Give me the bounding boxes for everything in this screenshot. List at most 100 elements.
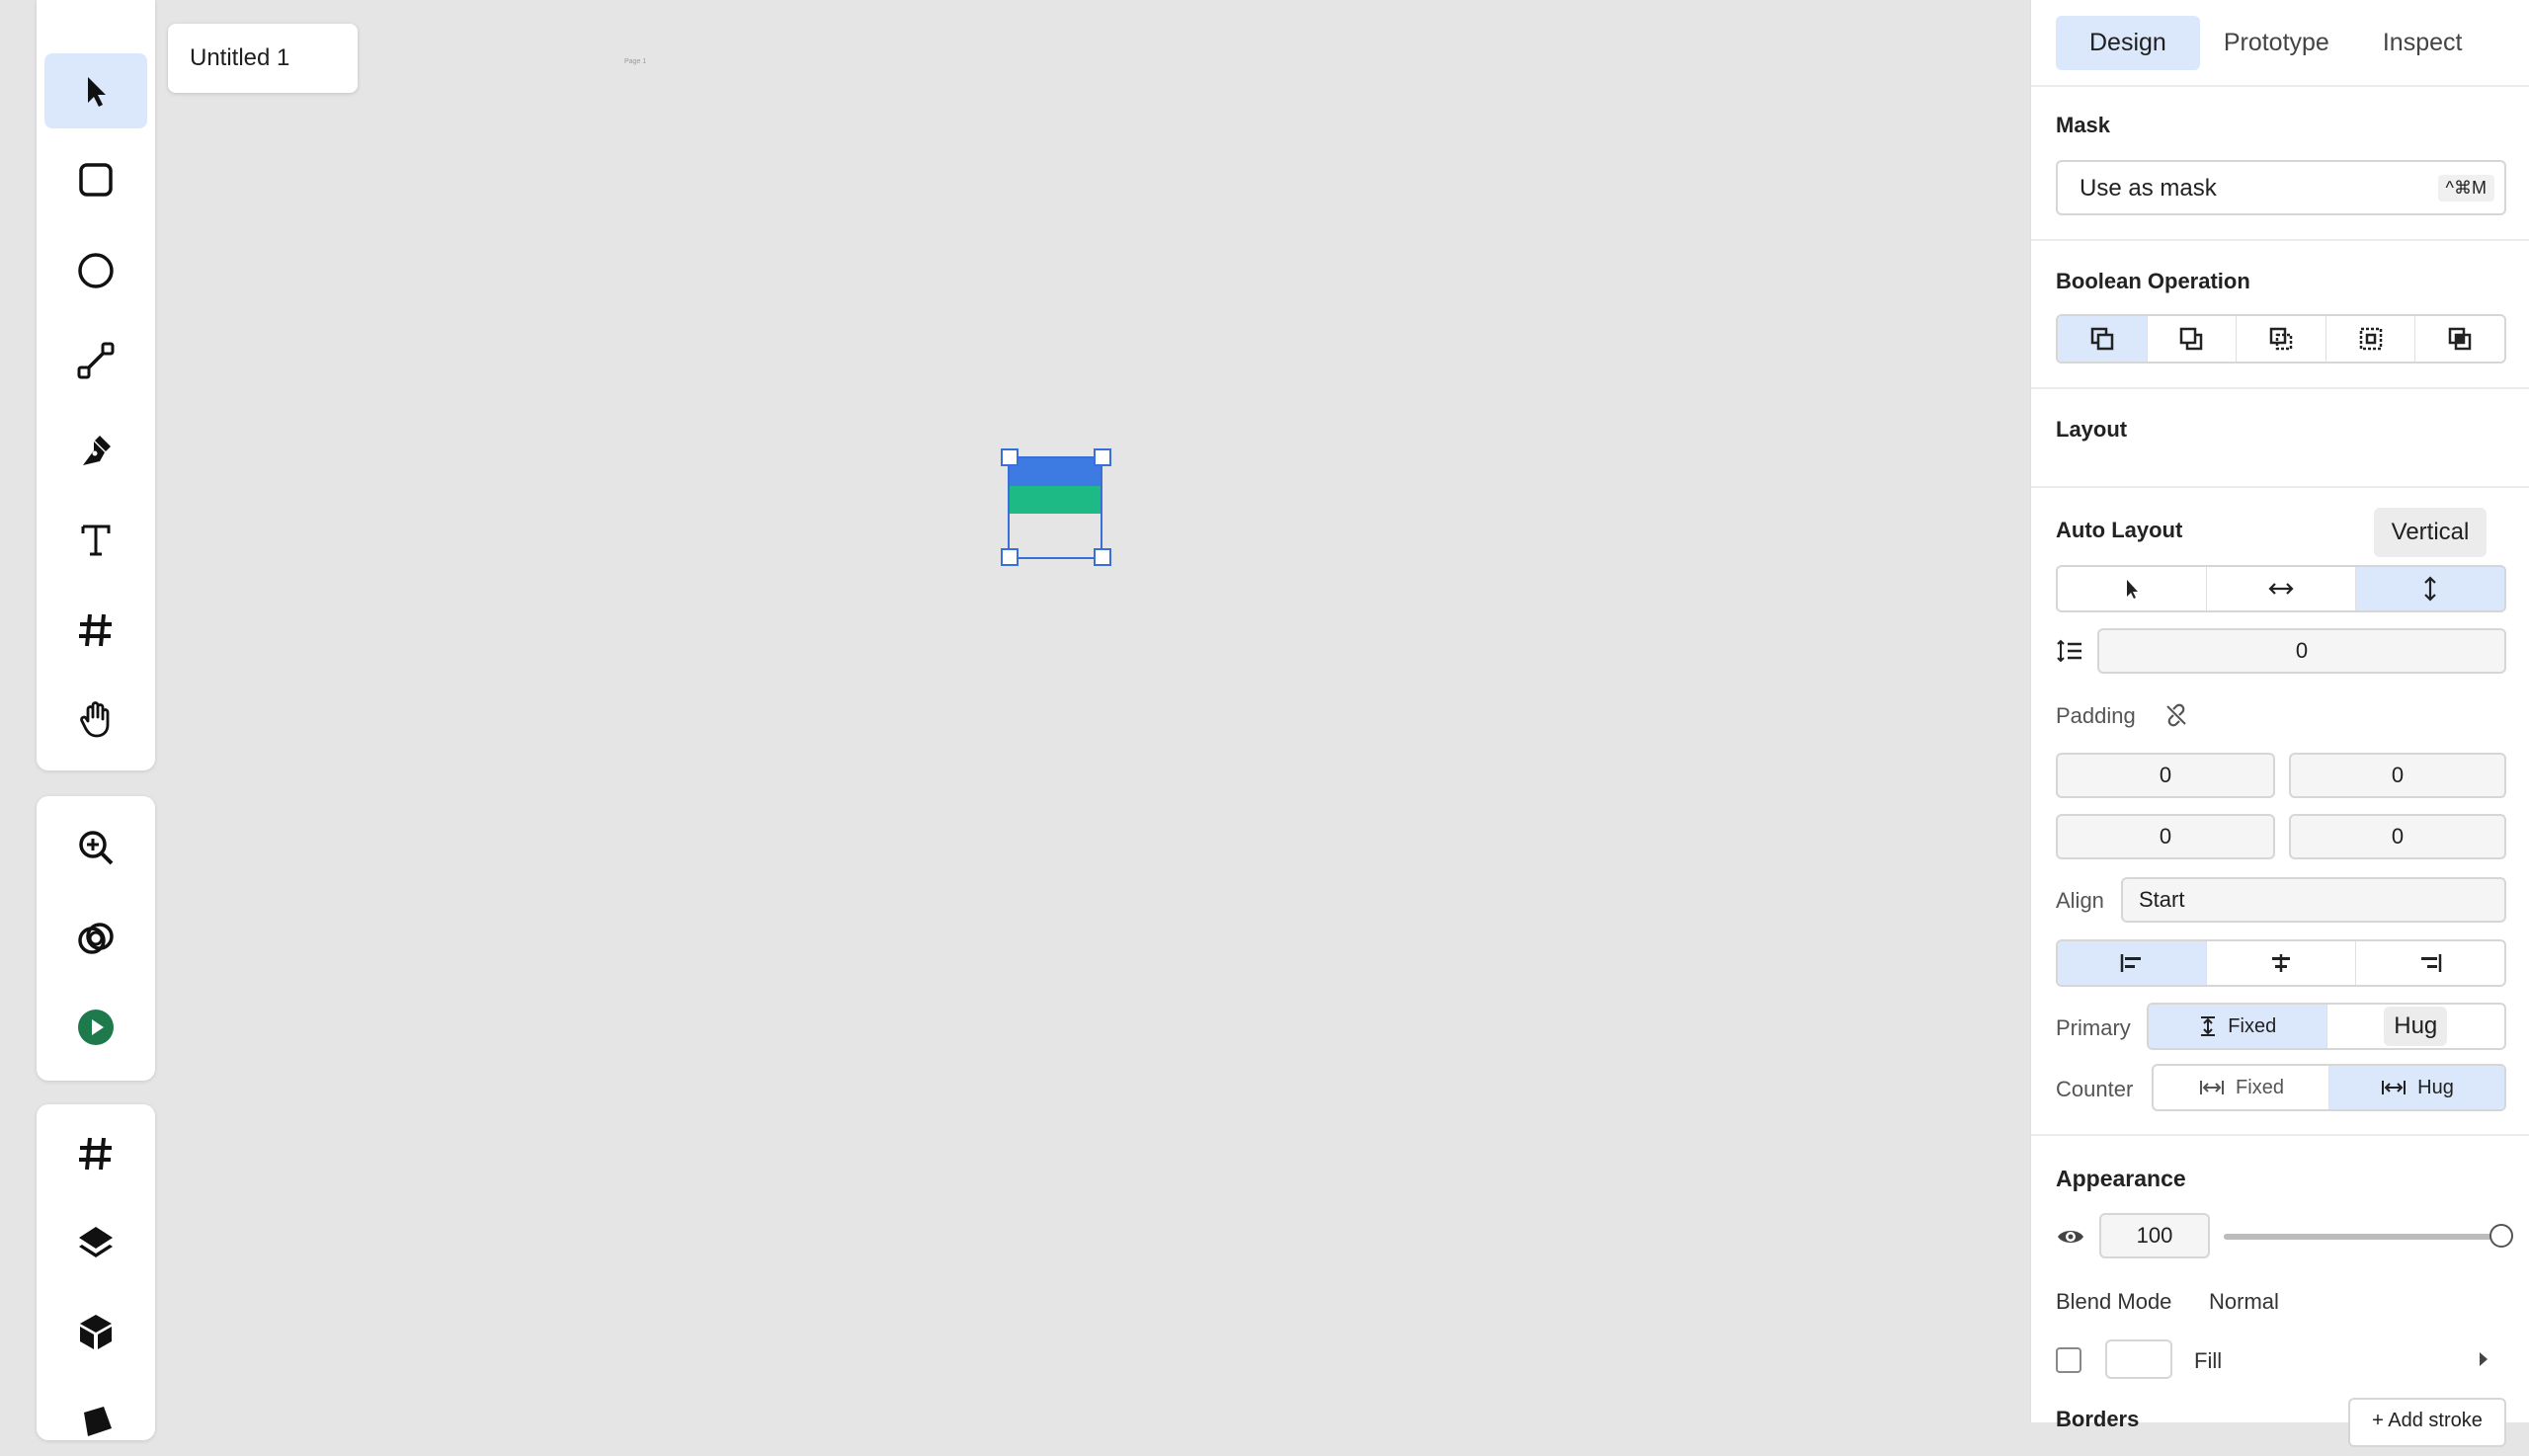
frame-tool[interactable] — [44, 593, 147, 668]
more-panel[interactable] — [44, 1381, 147, 1456]
main-toolbar — [37, 0, 155, 770]
cursor-icon — [88, 77, 106, 107]
intersect-button[interactable] — [2237, 316, 2326, 362]
opacity-slider[interactable] — [2224, 1234, 2495, 1240]
line-tool[interactable] — [44, 323, 147, 398]
intersect-icon — [2269, 327, 2293, 351]
components-panel[interactable] — [44, 1294, 147, 1369]
subtract-button[interactable] — [2148, 316, 2238, 362]
direction-tooltip: Vertical — [2374, 508, 2487, 557]
frames-panel[interactable] — [44, 1116, 147, 1191]
cube-icon — [80, 1315, 112, 1349]
overlap-circles-icon — [78, 923, 114, 954]
padding-right-input[interactable]: 0 — [2289, 753, 2506, 798]
resize-handle-top-left[interactable] — [1001, 448, 1019, 466]
layout-horizontal-button[interactable] — [2207, 567, 2356, 610]
hand-tool[interactable] — [44, 682, 147, 757]
eye-icon[interactable] — [2056, 1225, 2085, 1249]
union-button[interactable] — [2058, 316, 2148, 362]
ellipse-tool[interactable] — [44, 233, 147, 308]
counter-label: Counter — [2056, 1077, 2134, 1101]
zoom-in-icon — [79, 831, 114, 865]
counter-hug-button[interactable]: Hug — [2329, 1066, 2504, 1109]
blue-rectangle[interactable] — [1010, 458, 1101, 486]
blend-mode-label: Blend Mode — [2056, 1289, 2172, 1314]
opacity-input[interactable]: 100 — [2099, 1213, 2210, 1258]
document-title: Untitled 1 — [190, 44, 290, 71]
pen-tool[interactable] — [44, 413, 147, 488]
appearance-title: Appearance — [2056, 1166, 2186, 1191]
exclude-button[interactable] — [2326, 316, 2416, 362]
selected-frame[interactable] — [1008, 456, 1102, 559]
add-stroke-label: + Add stroke — [2372, 1410, 2483, 1431]
resize-handle-bottom-left[interactable] — [1001, 548, 1019, 566]
select-tool[interactable] — [44, 53, 147, 128]
borders-title: Borders — [2056, 1407, 2140, 1431]
padding-bottom-input[interactable]: 0 — [2056, 814, 2275, 859]
item-spacing-input[interactable]: 0 — [2097, 628, 2506, 674]
counter-hug-label: Hug — [2417, 1076, 2454, 1098]
play-circle-icon — [78, 1010, 114, 1045]
hug-horizontal-icon — [2382, 1081, 2407, 1094]
align-value: Start — [2139, 887, 2185, 912]
resize-handle-top-right[interactable] — [1094, 448, 1111, 466]
layers-panel[interactable] — [44, 1205, 147, 1280]
primary-fixed-label: Fixed — [2228, 1014, 2277, 1037]
flatten-button[interactable] — [2415, 316, 2504, 362]
counter-fixed-button[interactable]: Fixed — [2154, 1066, 2329, 1109]
rectangle-tool[interactable] — [44, 142, 147, 217]
align-center-button[interactable] — [2207, 941, 2356, 985]
panel-tabs: Design Prototype Inspect — [2056, 16, 2491, 70]
primary-hug-button[interactable]: Hug — [2327, 1005, 2505, 1048]
counter-fixed-label: Fixed — [2236, 1076, 2284, 1098]
mask-title: Mask — [2056, 113, 2111, 137]
properties-panel: Design Prototype Inspect Mask Use as mas… — [2030, 0, 2529, 1447]
use-as-mask-button[interactable]: Use as mask ^⌘M — [2056, 160, 2506, 215]
mask-shortcut: ^⌘M — [2437, 175, 2494, 202]
boolean-title: Boolean Operation — [2056, 269, 2250, 293]
primary-fixed-button[interactable]: Fixed — [2149, 1005, 2327, 1048]
text-tool[interactable] — [44, 503, 147, 578]
fill-label: Fill — [2194, 1348, 2223, 1373]
divider — [2031, 1134, 2529, 1136]
play-tool[interactable] — [44, 990, 147, 1065]
layout-title: Layout — [2056, 417, 2128, 442]
blend-mode-value[interactable]: Normal — [2209, 1289, 2279, 1315]
document-tab[interactable]: Untitled 1 — [168, 24, 358, 93]
opacity-slider-thumb[interactable] — [2489, 1224, 2513, 1248]
align-buttons — [2056, 939, 2506, 987]
zoom-tool[interactable] — [44, 810, 147, 885]
padding-top-input[interactable]: 0 — [2056, 753, 2275, 798]
primary-sizing: Fixed Hug — [2147, 1003, 2506, 1050]
text-icon — [81, 525, 111, 556]
fill-color-swatch[interactable] — [2105, 1339, 2172, 1379]
padding-label: Padding — [2056, 703, 2136, 728]
tag-icon — [84, 1407, 112, 1436]
panels-toolbar — [37, 1104, 155, 1440]
tab-prototype[interactable]: Prototype — [2200, 16, 2353, 70]
chevron-right-icon[interactable] — [2477, 1350, 2490, 1368]
fill-checkbox[interactable] — [2056, 1347, 2081, 1373]
padding-left-input[interactable]: 0 — [2289, 814, 2506, 859]
divider — [2031, 239, 2529, 241]
unlink-icon[interactable] — [2162, 701, 2190, 729]
green-rectangle[interactable] — [1010, 486, 1101, 514]
pen-nib-icon — [83, 436, 111, 465]
align-select[interactable]: Start — [2121, 877, 2506, 923]
tab-inspect[interactable]: Inspect — [2353, 16, 2492, 70]
resize-handle-bottom-right[interactable] — [1094, 548, 1111, 566]
use-as-mask-label: Use as mask — [2080, 175, 2217, 202]
canvas[interactable] — [158, 99, 2025, 1413]
hand-icon — [80, 701, 110, 738]
layout-vertical-button[interactable] — [2356, 567, 2504, 610]
align-start-button[interactable] — [2058, 941, 2207, 985]
divider — [2031, 486, 2529, 488]
align-end-button[interactable] — [2356, 941, 2504, 985]
hash-icon — [79, 1137, 112, 1171]
layout-none-button[interactable] — [2058, 567, 2207, 610]
boolean-tool[interactable] — [44, 901, 147, 976]
align-right-icon — [2421, 954, 2442, 972]
tab-design[interactable]: Design — [2056, 16, 2200, 70]
align-center-icon — [2272, 954, 2290, 972]
add-stroke-button[interactable]: + Add stroke — [2348, 1398, 2506, 1447]
